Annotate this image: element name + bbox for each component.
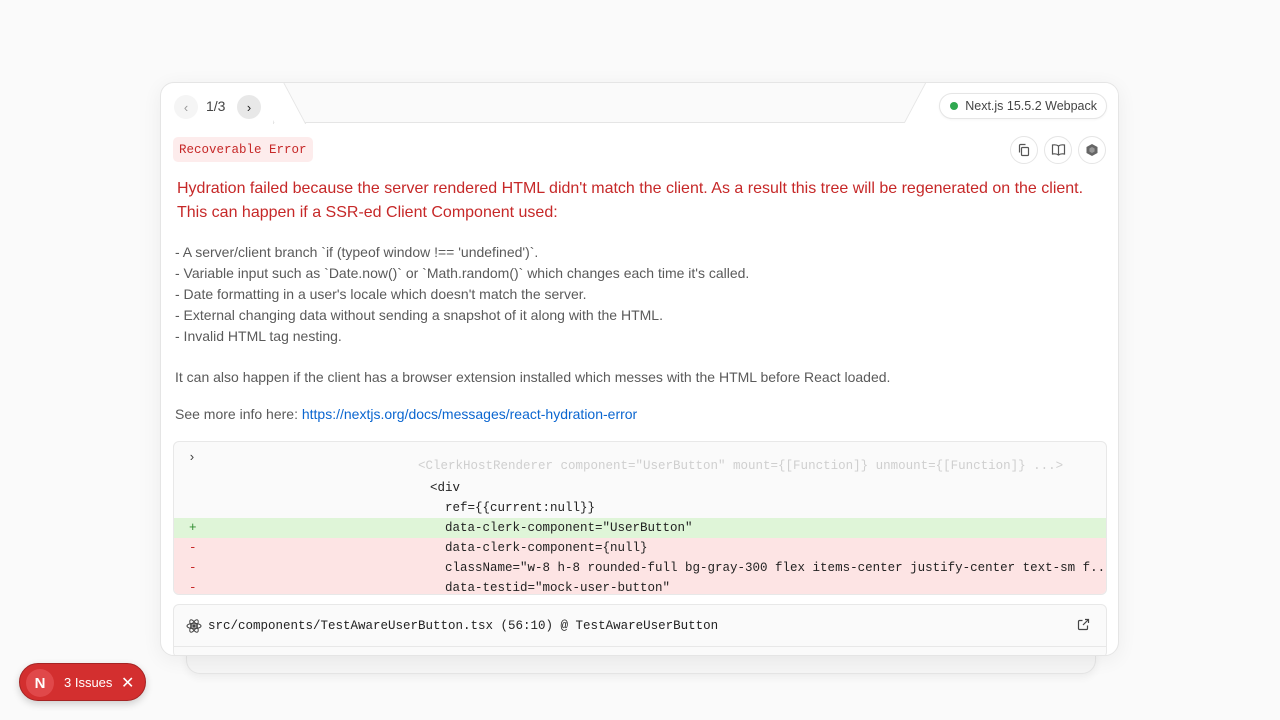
- diff-line-context: ref={{current:null}}: [174, 498, 1106, 518]
- diff-line-context: <div: [174, 478, 1106, 498]
- open-in-editor-icon[interactable]: [1077, 618, 1090, 635]
- diff-code-text: ref={{current:null}}: [445, 501, 596, 515]
- status-dot-icon: [950, 102, 959, 110]
- error-overlay-dialog: ‹ 1/3 › Next.js 15.5.2 Webpack Recoverab…: [160, 82, 1119, 656]
- issues-badge: N 3 Issues ✕: [19, 663, 146, 701]
- hydration-docs-link[interactable]: https://nextjs.org/docs/messages/react-h…: [302, 406, 637, 422]
- diff-line-added: + data-clerk-component="UserButton": [174, 518, 1106, 538]
- version-label: Next.js 15.5.2 Webpack: [965, 99, 1097, 113]
- nextjs-version-badge[interactable]: Next.js 15.5.2 Webpack: [939, 93, 1107, 119]
- diff-code-text: data-clerk-component={null}: [445, 541, 648, 555]
- docs-button[interactable]: [1044, 136, 1072, 164]
- nodejs-hexagon-icon: [1086, 144, 1098, 156]
- toolbar: [1010, 136, 1106, 164]
- error-headline: Hydration failed because the server rend…: [177, 180, 1084, 221]
- cause-item: - Invalid HTML tag nesting.: [175, 328, 342, 344]
- diff-code-text: data-clerk-component="UserButton": [445, 521, 693, 535]
- diff-code-text: <div: [430, 481, 461, 495]
- copy-error-button[interactable]: [1010, 136, 1038, 164]
- nextjs-logo-button[interactable]: N: [26, 669, 54, 697]
- error-pager-text: 1/3: [206, 98, 226, 114]
- diff-marker: -: [189, 541, 197, 555]
- source-location-text: src/components/TestAwareUserButton.tsx (…: [208, 618, 719, 633]
- diff-faded-line: <ClerkHostRenderer component="UserButton…: [418, 459, 1064, 473]
- chevron-right-icon: ›: [246, 99, 252, 115]
- diff-marker: +: [189, 521, 197, 535]
- cause-item: - Date formatting in a user's locale whi…: [175, 286, 587, 302]
- diff-line-removed: - data-clerk-component={null}: [174, 538, 1106, 558]
- diff-marker: -: [189, 581, 197, 595]
- issues-count-button[interactable]: 3 Issues: [64, 675, 112, 690]
- source-location-row: src/components/TestAwareUserButton.tsx (…: [174, 605, 1106, 647]
- hydration-diff-frame: › <ClerkHostRenderer component="UserButt…: [173, 441, 1107, 595]
- expand-diff-chevron-icon[interactable]: ›: [188, 450, 196, 465]
- cause-item: - External changing data without sending…: [175, 307, 663, 323]
- diff-line-removed: - data-testid="mock-user-button": [174, 578, 1106, 595]
- error-type-label: Recoverable Error: [173, 137, 313, 162]
- diff-line-removed: - className="w-8 h-8 rounded-full bg-gray…: [174, 558, 1106, 578]
- error-causes-list: - A server/client branch `if (typeof win…: [175, 242, 1075, 347]
- diff-code-text: className="w-8 h-8 rounded-full bg-gray-…: [445, 561, 1107, 575]
- close-icon[interactable]: ✕: [121, 673, 134, 693]
- more-info: See more info here: https://nextjs.org/d…: [175, 406, 637, 422]
- previous-error-button[interactable]: ‹: [174, 95, 198, 119]
- copy-icon: [1018, 143, 1030, 157]
- diff-code-text: data-testid="mock-user-button": [445, 581, 671, 595]
- extension-note: It can also happen if the client has a b…: [175, 369, 891, 385]
- cause-item: - Variable input such as `Date.now()` or…: [175, 265, 750, 281]
- pager-tab: ‹ 1/3 ›: [161, 83, 274, 124]
- nodejs-inspector-button[interactable]: [1078, 136, 1106, 164]
- version-tab: Next.js 15.5.2 Webpack: [931, 83, 1118, 124]
- source-location-bar: src/components/TestAwareUserButton.tsx (…: [173, 604, 1107, 655]
- chevron-left-icon: ‹: [183, 99, 189, 115]
- next-error-button[interactable]: ›: [237, 95, 261, 119]
- cause-item: - A server/client branch `if (typeof win…: [175, 244, 539, 260]
- diff-marker: -: [189, 561, 197, 575]
- react-icon: [186, 618, 202, 634]
- more-info-prefix: See more info here:: [175, 406, 302, 422]
- book-icon: [1051, 144, 1065, 156]
